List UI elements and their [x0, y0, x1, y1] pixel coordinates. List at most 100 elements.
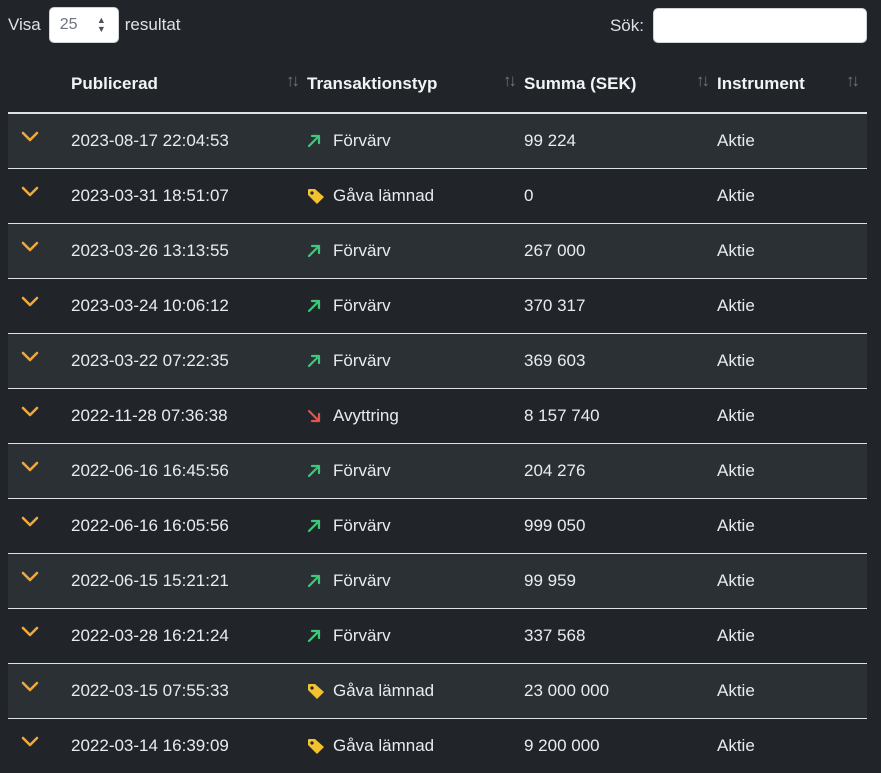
header-published[interactable]: Publicerad ↑↓ [71, 57, 307, 114]
expand-cell[interactable] [8, 608, 71, 664]
amount-cell: 9 200 000 [524, 718, 717, 773]
header-instrument-label: Instrument [717, 74, 805, 93]
header-expand [8, 57, 71, 114]
transaction-type-cell: Förvärv [307, 498, 524, 554]
chevron-down-icon[interactable] [21, 681, 39, 693]
search-input[interactable] [653, 8, 867, 43]
published-cell: 2023-03-26 13:13:55 [71, 223, 307, 279]
transaction-type-label: Avyttring [333, 405, 399, 425]
transaction-type-label: Gåva lämnad [333, 680, 435, 700]
search-label: Sök: [609, 15, 644, 35]
expand-cell[interactable] [8, 443, 71, 499]
published-cell: 2023-03-22 07:22:35 [71, 333, 307, 389]
instrument-cell: Aktie [717, 553, 867, 609]
arrow-up-right-icon [307, 242, 329, 260]
table-row[interactable]: 2023-08-17 22:04:53 Förvärv 99 224 Aktie [8, 113, 867, 169]
sort-icon: ↑↓ [696, 71, 710, 90]
published-cell: 2022-11-28 07:36:38 [71, 388, 307, 444]
table-row[interactable]: 2023-03-31 18:51:07 Gåva lämnad 0 Aktie [8, 168, 867, 224]
published-cell: 2022-03-14 16:39:09 [71, 718, 307, 773]
arrow-up-right-icon [307, 297, 329, 315]
transactions-table: Publicerad ↑↓ Transaktionstyp ↑↓ Summa (… [8, 57, 867, 773]
table-row[interactable]: 2022-03-14 16:39:09 Gåva lämnad 9 200 00… [8, 718, 867, 773]
page-length-select[interactable]: 25 ▲ ▼ [48, 7, 119, 43]
expand-cell[interactable] [8, 113, 71, 169]
published-cell: 2022-03-15 07:55:33 [71, 663, 307, 719]
amount-cell: 23 000 000 [524, 663, 717, 719]
table-row[interactable]: 2022-06-16 16:45:56 Förvärv 204 276 Akti… [8, 443, 867, 499]
instrument-cell: Aktie [717, 498, 867, 554]
transaction-type-cell: Förvärv [307, 553, 524, 609]
arrow-up-right-icon [307, 627, 329, 645]
arrow-up-right-icon [307, 132, 329, 150]
transaction-type-label: Förvärv [333, 295, 391, 315]
transaction-type-label: Förvärv [333, 625, 391, 645]
show-label: Visa [8, 15, 41, 34]
amount-cell: 337 568 [524, 608, 717, 664]
chevron-down-icon[interactable] [21, 626, 39, 638]
table-row[interactable]: 2023-03-22 07:22:35 Förvärv 369 603 Akti… [8, 333, 867, 389]
sort-icon: ↑↓ [846, 71, 860, 90]
amount-cell: 370 317 [524, 278, 717, 334]
table-row[interactable]: 2023-03-26 13:13:55 Förvärv 267 000 Akti… [8, 223, 867, 279]
expand-cell[interactable] [8, 498, 71, 554]
header-amount[interactable]: Summa (SEK) ↑↓ [524, 57, 717, 114]
table-row[interactable]: 2022-03-28 16:21:24 Förvärv 337 568 Akti… [8, 608, 867, 664]
expand-cell[interactable] [8, 388, 71, 444]
table-row[interactable]: 2022-06-15 15:21:21 Förvärv 99 959 Aktie [8, 553, 867, 609]
amount-cell: 8 157 740 [524, 388, 717, 444]
header-instrument[interactable]: Instrument ↑↓ [717, 57, 867, 114]
instrument-cell: Aktie [717, 388, 867, 444]
transaction-type-cell: Förvärv [307, 223, 524, 279]
published-cell: 2022-06-16 16:45:56 [71, 443, 307, 499]
sort-icon: ↑↓ [503, 71, 517, 90]
table-row[interactable]: 2023-03-24 10:06:12 Förvärv 370 317 Akti… [8, 278, 867, 334]
transaction-type-cell: Gåva lämnad [307, 663, 524, 719]
chevron-down-icon[interactable] [21, 516, 39, 528]
expand-cell[interactable] [8, 333, 71, 389]
published-cell: 2022-06-16 16:05:56 [71, 498, 307, 554]
header-transaction-type[interactable]: Transaktionstyp ↑↓ [307, 57, 524, 114]
chevron-down-icon[interactable] [21, 571, 39, 583]
table-row[interactable]: 2022-06-16 16:05:56 Förvärv 999 050 Akti… [8, 498, 867, 554]
chevron-down-icon[interactable] [21, 131, 39, 143]
transaction-type-label: Förvärv [333, 515, 391, 535]
instrument-cell: Aktie [717, 608, 867, 664]
published-cell: 2022-06-15 15:21:21 [71, 553, 307, 609]
instrument-cell: Aktie [717, 168, 867, 224]
expand-cell[interactable] [8, 168, 71, 224]
transaction-type-label: Förvärv [333, 240, 391, 260]
expand-cell[interactable] [8, 663, 71, 719]
transaction-type-label: Gåva lämnad [333, 185, 435, 205]
chevron-down-icon[interactable] [21, 461, 39, 473]
arrow-up-right-icon [307, 462, 329, 480]
chevron-down-icon[interactable] [21, 736, 39, 748]
table-header-row: Publicerad ↑↓ Transaktionstyp ↑↓ Summa (… [8, 57, 867, 114]
transaction-type-cell: Förvärv [307, 443, 524, 499]
chevron-down-icon[interactable] [21, 241, 39, 253]
expand-cell[interactable] [8, 718, 71, 773]
published-cell: 2023-03-24 10:06:12 [71, 278, 307, 334]
chevron-down-icon[interactable] [21, 296, 39, 308]
tag-icon [307, 682, 329, 700]
instrument-cell: Aktie [717, 663, 867, 719]
show-suffix: resultat [124, 15, 181, 34]
arrow-down-right-icon [307, 407, 329, 425]
instrument-cell: Aktie [717, 443, 867, 499]
chevron-down-icon[interactable] [21, 406, 39, 418]
transaction-type-label: Förvärv [333, 460, 391, 480]
arrow-up-right-icon [307, 517, 329, 535]
chevron-down-icon[interactable] [21, 351, 39, 363]
transaction-type-cell: Förvärv [307, 113, 524, 169]
transaction-type-label: Förvärv [333, 350, 391, 370]
expand-cell[interactable] [8, 278, 71, 334]
amount-cell: 204 276 [524, 443, 717, 499]
table-row[interactable]: 2022-03-15 07:55:33 Gåva lämnad 23 000 0… [8, 663, 867, 719]
transaction-type-cell: Förvärv [307, 333, 524, 389]
expand-cell[interactable] [8, 223, 71, 279]
chevron-down-icon[interactable] [21, 186, 39, 198]
expand-cell[interactable] [8, 553, 71, 609]
amount-cell: 999 050 [524, 498, 717, 554]
table-row[interactable]: 2022-11-28 07:36:38 Avyttring 8 157 740 … [8, 388, 867, 444]
header-published-label: Publicerad [71, 74, 158, 93]
